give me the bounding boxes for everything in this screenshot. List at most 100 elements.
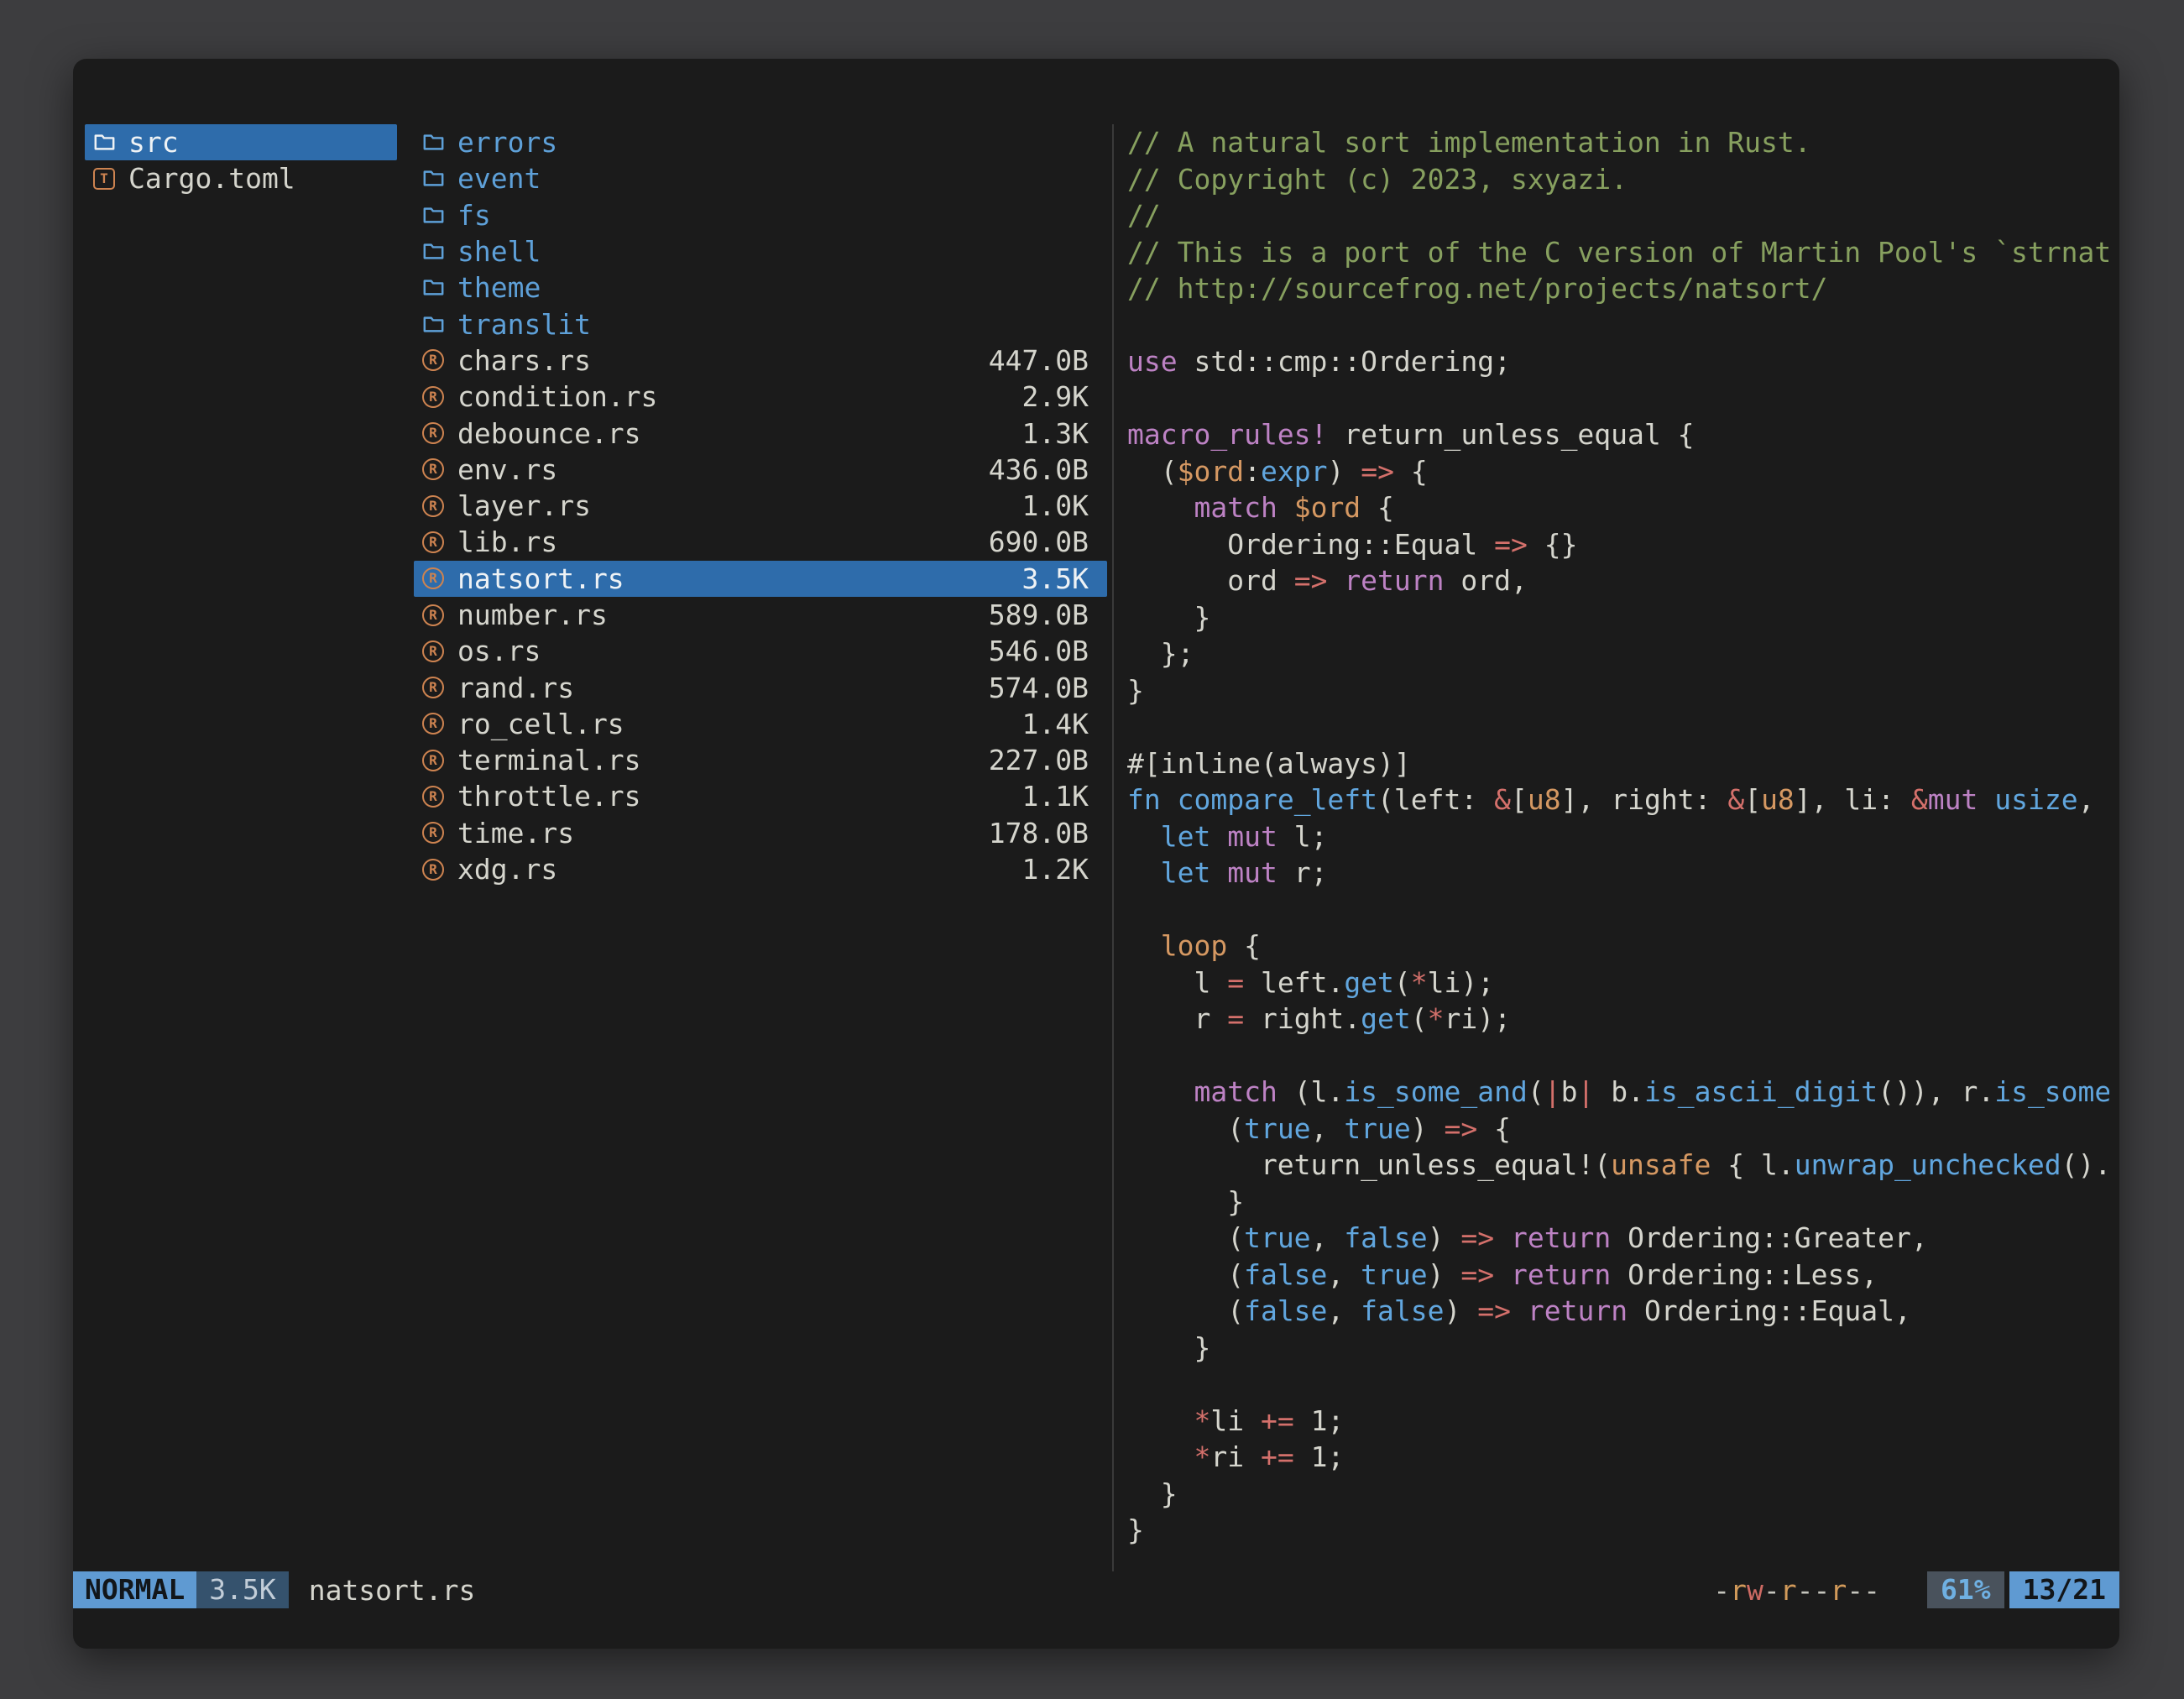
file-row[interactable]: Rterminal.rs227.0B [414,742,1107,778]
code-line [1127,1038,2109,1074]
item-size: 546.0B [972,635,1089,667]
code-line [1127,1366,2109,1403]
item-name: event [457,162,541,195]
code-line [1127,380,2109,417]
item-size: 1.4K [1006,708,1089,740]
folder-row[interactable]: shell [414,233,1107,269]
folder-icon [422,167,451,190]
code-line: ord => return ord, [1127,562,2109,599]
file-row[interactable]: Renv.rs 436.0B [414,452,1107,488]
file-row[interactable]: T Cargo.toml [85,160,397,196]
item-name: xdg.rs [457,853,557,886]
code-line: ($ord:expr) => { [1127,453,2109,490]
toml-file-icon: T [93,168,122,190]
status-bar-right: -rw-r--r-- 61% 13/21 [1713,1571,2119,1608]
folder-icon [422,313,451,336]
rust-file-icon: R [422,677,451,698]
item-size: 589.0B [972,599,1089,631]
code-line: } [1127,599,2109,636]
code-line: r = right.get(*ri); [1127,1001,2109,1038]
code-line: #[inline(always)] [1127,745,2109,782]
item-size: 178.0B [972,817,1089,850]
item-name: translit [457,308,591,341]
item-name: terminal.rs [457,744,641,776]
item-name: ro_cell.rs [457,708,624,740]
rust-file-icon: R [422,531,451,553]
code-line: // This is a port of the C version of Ma… [1127,234,2109,271]
rust-file-icon: R [422,495,451,517]
code-line: match (l.is_some_and(|b| b.is_ascii_digi… [1127,1074,2109,1111]
item-name: chars.rs [457,344,591,377]
item-name: lib.rs [457,525,557,558]
file-row[interactable]: Rnumber.rs589.0B [414,597,1107,633]
item-name: Cargo.toml [128,162,295,195]
file-preview-pane[interactable]: // A natural sort implementation in Rust… [1127,124,2109,1571]
file-row[interactable]: Rnatsort.rs3.5K [414,561,1107,597]
folder-row[interactable]: event [414,160,1107,196]
folder-icon [93,131,122,154]
code-line: // A natural sort implementation in Rust… [1127,124,2109,161]
code-line [1127,307,2109,344]
folder-row[interactable]: src [85,124,397,160]
item-name: layer.rs [457,489,591,522]
file-row[interactable]: Rlib.rs 690.0B [414,524,1107,560]
current-directory-pane: errorseventfsshellthemetranslit Rchars.rs… [414,124,1107,1571]
rust-file-icon: R [422,458,451,480]
file-row[interactable]: Rthrottle.rs1.1K [414,778,1107,814]
item-name: rand.rs [457,672,574,704]
code-line: return_unless_equal!(unsafe { l.unwrap_u… [1127,1147,2109,1184]
code-line: macro_rules! return_unless_equal { [1127,416,2109,453]
code-line: *li += 1; [1127,1403,2109,1440]
panes-container: src T Cargo.toml errorseventfsshellthemetr… [73,59,2119,1571]
file-row[interactable]: Rrand.rs574.0B [414,669,1107,705]
code-line: let mut r; [1127,855,2109,891]
file-row[interactable]: Rchars.rs447.0B [414,342,1107,379]
folder-row[interactable]: theme [414,269,1107,306]
file-row[interactable]: Rtime.rs178.0B [414,815,1107,851]
item-size: 690.0B [972,525,1089,558]
folder-icon [422,276,451,299]
item-size: 227.0B [972,744,1089,776]
code-line: loop { [1127,928,2109,965]
item-size: 2.9K [1006,380,1089,413]
item-name: env.rs [457,453,557,486]
file-row[interactable]: Rdebounce.rs1.3K [414,415,1107,451]
pane-separator [1112,124,1114,1571]
code-line: (true, false) => return Ordering::Greate… [1127,1220,2109,1257]
item-size: 447.0B [972,344,1089,377]
status-bar: NORMAL 3.5K natsort.rs -rw-r--r-- 61% 13… [73,1571,2119,1608]
file-row[interactable]: Ros.rs546.0B [414,633,1107,669]
code-line: } [1127,1184,2109,1221]
file-row[interactable]: Rlayer.rs 1.0K [414,488,1107,524]
item-name: natsort.rs [457,562,624,595]
code-line [1127,708,2109,745]
rust-file-icon: R [422,713,451,734]
rust-file-icon: R [422,859,451,881]
folder-icon [422,240,451,263]
file-row[interactable]: Rcondition.rs2.9K [414,379,1107,415]
folder-row[interactable]: fs [414,197,1107,233]
item-size: 1.0K [1006,489,1089,522]
rust-file-icon: R [422,640,451,662]
file-row[interactable]: Rxdg.rs1.2K [414,851,1107,887]
mode-badge: NORMAL [73,1571,196,1608]
rust-file-icon: R [422,567,451,589]
file-row[interactable]: Rro_cell.rs 1.4K [414,706,1107,742]
code-line: // [1127,197,2109,234]
folder-row[interactable]: errors [414,124,1107,160]
parent-directory-pane: src T Cargo.toml [85,124,397,1571]
item-size: 1.1K [1006,780,1089,813]
scroll-percent-badge: 61% [1927,1571,2004,1608]
rust-file-icon: R [422,386,451,408]
code-line: } [1127,1476,2109,1513]
item-size: 436.0B [972,453,1089,486]
code-line: fn compare_left(left: &[u8], right: &[u8… [1127,782,2109,818]
item-name: debounce.rs [457,417,641,450]
item-name: shell [457,235,541,268]
rust-file-icon: R [422,786,451,808]
folder-row[interactable]: translit [414,306,1107,342]
code-line: } [1127,672,2109,709]
code-line: let mut l; [1127,818,2109,855]
code-line: use std::cmp::Ordering; [1127,343,2109,380]
code-line: (true, true) => { [1127,1111,2109,1147]
